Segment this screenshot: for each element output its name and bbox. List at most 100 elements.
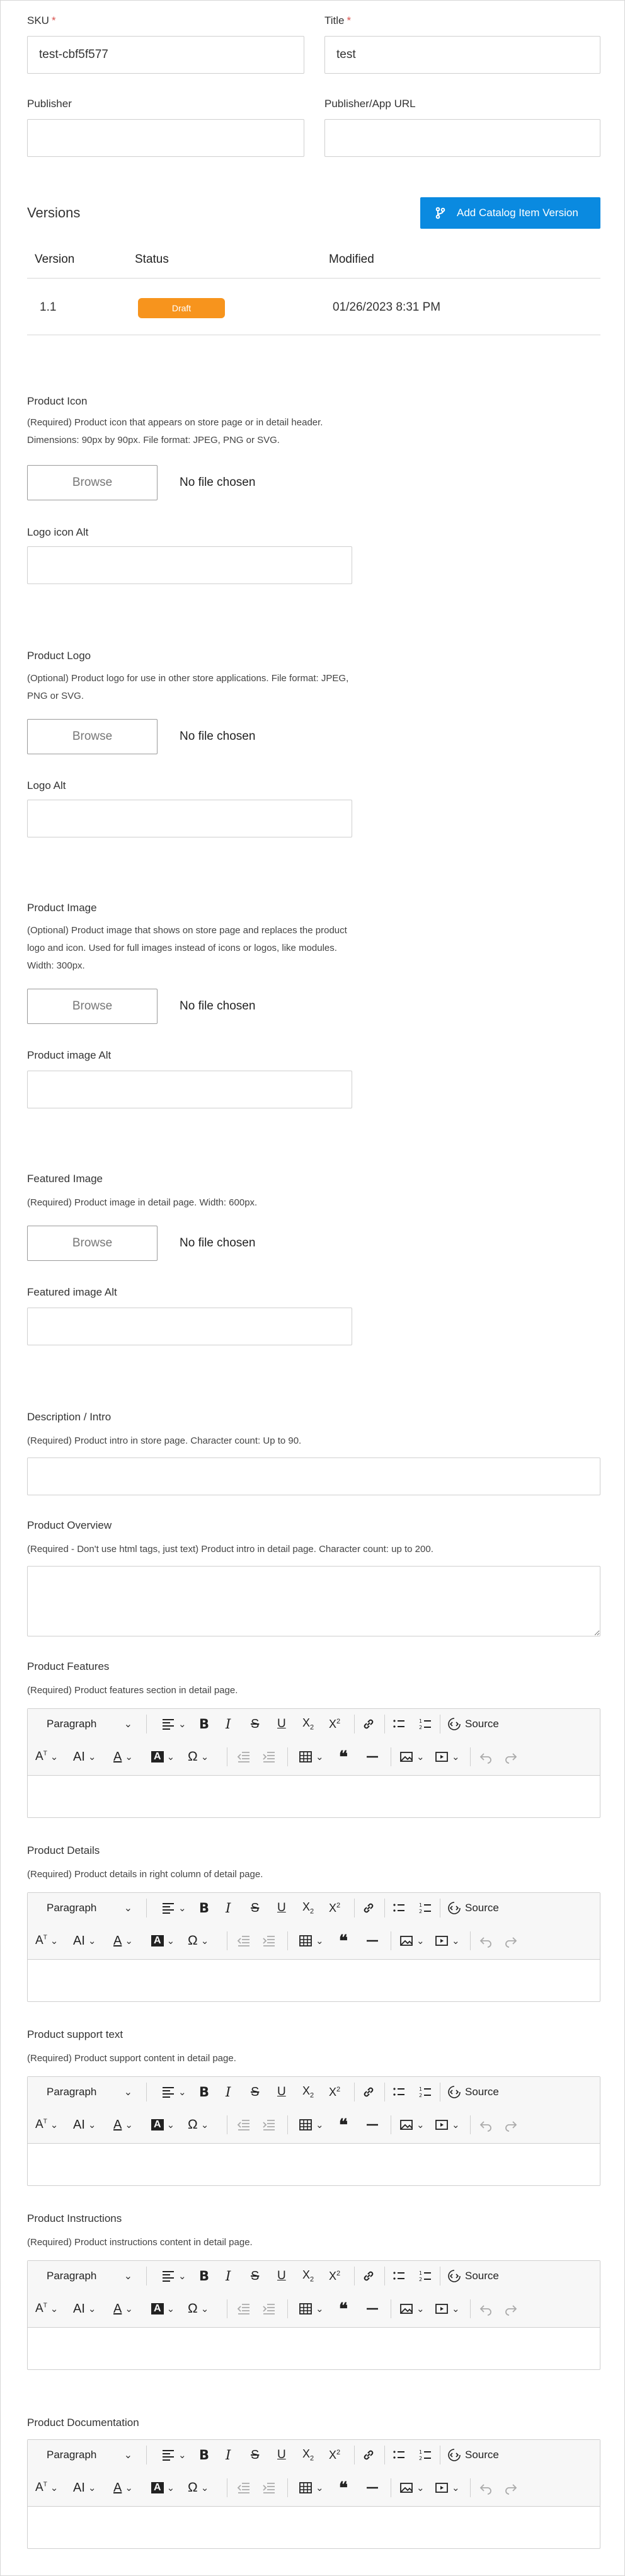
heading-dropdown[interactable]: Paragraph ⌄ <box>39 1895 140 1921</box>
horizontal-line-icon[interactable] <box>365 1744 379 1769</box>
strikethrough-icon[interactable]: S <box>251 2442 259 2468</box>
font-color-icon[interactable]: A ⌄ <box>113 2296 133 2321</box>
outdent-icon[interactable] <box>237 2296 251 2321</box>
align-icon[interactable]: ⌄ <box>161 2442 186 2468</box>
font-color-icon[interactable]: A ⌄ <box>113 2475 133 2500</box>
font-family-icon[interactable]: AI ⌄ <box>73 1744 96 1769</box>
superscript-icon[interactable]: X2 <box>329 2079 340 2105</box>
indent-icon[interactable] <box>262 2296 276 2321</box>
table-icon[interactable]: ⌄ <box>299 1928 324 1953</box>
italic-icon[interactable]: I <box>226 2263 231 2289</box>
special-characters-icon[interactable]: Ω ⌄ <box>188 2112 209 2137</box>
table-icon[interactable]: ⌄ <box>299 2112 324 2137</box>
bold-icon[interactable]: B <box>199 2079 209 2105</box>
block-quote-icon[interactable]: ❝ <box>339 2475 348 2500</box>
link-icon[interactable] <box>362 2079 376 2105</box>
outdent-icon[interactable] <box>237 2475 251 2500</box>
redo-icon[interactable] <box>504 2296 518 2321</box>
underline-icon[interactable]: U <box>277 2442 286 2468</box>
title-input[interactable]: test <box>324 36 600 74</box>
italic-icon[interactable]: I <box>226 2442 231 2468</box>
special-characters-icon[interactable]: Ω ⌄ <box>188 2475 209 2500</box>
logo-icon-alt-input[interactable] <box>27 546 352 584</box>
image-icon[interactable]: ⌄ <box>399 2475 425 2500</box>
font-size-icon[interactable]: AT ⌄ <box>35 1744 58 1769</box>
font-family-icon[interactable]: AI ⌄ <box>73 1928 96 1953</box>
redo-icon[interactable] <box>504 2475 518 2500</box>
block-quote-icon[interactable]: ❝ <box>339 2296 348 2321</box>
subscript-icon[interactable]: X2 <box>302 2263 314 2289</box>
media-embed-icon[interactable]: ⌄ <box>435 2296 460 2321</box>
source-icon[interactable]: Source <box>447 2442 499 2468</box>
bulleted-list-icon[interactable] <box>392 2263 406 2289</box>
source-icon[interactable]: Source <box>447 2263 499 2289</box>
align-icon[interactable]: ⌄ <box>161 1711 186 1737</box>
subscript-icon[interactable]: X2 <box>302 2079 314 2105</box>
numbered-list-icon[interactable]: 12 <box>418 1711 432 1737</box>
overview-textarea[interactable] <box>27 1566 600 1636</box>
outdent-icon[interactable] <box>237 1928 251 1953</box>
source-icon[interactable]: Source <box>447 2079 499 2105</box>
link-icon[interactable] <box>362 1711 376 1737</box>
subscript-icon[interactable]: X2 <box>302 1711 314 1737</box>
horizontal-line-icon[interactable] <box>365 1928 379 1953</box>
product-image-browse-button[interactable]: Browse <box>27 989 158 1024</box>
font-family-icon[interactable]: AI ⌄ <box>73 2112 96 2137</box>
outdent-icon[interactable] <box>237 2112 251 2137</box>
bulleted-list-icon[interactable] <box>392 1895 406 1921</box>
horizontal-line-icon[interactable] <box>365 2475 379 2500</box>
special-characters-icon[interactable]: Ω ⌄ <box>188 1928 209 1953</box>
logo-alt-input[interactable] <box>27 800 352 837</box>
media-embed-icon[interactable]: ⌄ <box>435 1744 460 1769</box>
special-characters-icon[interactable]: Ω ⌄ <box>188 1744 209 1769</box>
description-input[interactable] <box>27 1458 600 1495</box>
indent-icon[interactable] <box>262 2475 276 2500</box>
bold-icon[interactable]: B <box>199 1711 209 1737</box>
redo-icon[interactable] <box>504 1744 518 1769</box>
product-image-alt-input[interactable] <box>27 1071 352 1108</box>
heading-dropdown[interactable]: Paragraph ⌄ <box>39 2079 140 2105</box>
strikethrough-icon[interactable]: S <box>251 2079 259 2105</box>
featured-image-alt-input[interactable] <box>27 1308 352 1345</box>
underline-icon[interactable]: U <box>277 2263 286 2289</box>
align-icon[interactable]: ⌄ <box>161 2079 186 2105</box>
indent-icon[interactable] <box>262 2112 276 2137</box>
source-icon[interactable]: Source <box>447 1895 499 1921</box>
strikethrough-icon[interactable]: S <box>251 1711 259 1737</box>
editor-content-area[interactable] <box>28 2507 600 2548</box>
editor-content-area[interactable] <box>28 1776 600 1817</box>
underline-icon[interactable]: U <box>277 1711 286 1737</box>
superscript-icon[interactable]: X2 <box>329 1711 340 1737</box>
background-color-icon[interactable]: A ⌄ <box>151 1928 175 1953</box>
table-icon[interactable]: ⌄ <box>299 2475 324 2500</box>
superscript-icon[interactable]: X2 <box>329 2442 340 2468</box>
font-size-icon[interactable]: AT ⌄ <box>35 2475 58 2500</box>
underline-icon[interactable]: U <box>277 1895 286 1921</box>
subscript-icon[interactable]: X2 <box>302 1895 314 1921</box>
horizontal-line-icon[interactable] <box>365 2296 379 2321</box>
align-icon[interactable]: ⌄ <box>161 1895 186 1921</box>
background-color-icon[interactable]: A ⌄ <box>151 2475 175 2500</box>
background-color-icon[interactable]: A ⌄ <box>151 2112 175 2137</box>
image-icon[interactable]: ⌄ <box>399 1744 425 1769</box>
product-icon-browse-button[interactable]: Browse <box>27 465 158 500</box>
italic-icon[interactable]: I <box>226 1711 231 1737</box>
font-family-icon[interactable]: AI ⌄ <box>73 2296 96 2321</box>
background-color-icon[interactable]: A ⌄ <box>151 2296 175 2321</box>
link-icon[interactable] <box>362 2263 376 2289</box>
image-icon[interactable]: ⌄ <box>399 2112 425 2137</box>
media-embed-icon[interactable]: ⌄ <box>435 1928 460 1953</box>
product-logo-browse-button[interactable]: Browse <box>27 719 158 754</box>
indent-icon[interactable] <box>262 1744 276 1769</box>
media-embed-icon[interactable]: ⌄ <box>435 2475 460 2500</box>
publisher-input[interactable] <box>27 119 304 157</box>
font-size-icon[interactable]: AT ⌄ <box>35 2112 58 2137</box>
underline-icon[interactable]: U <box>277 2079 286 2105</box>
special-characters-icon[interactable]: Ω ⌄ <box>188 2296 209 2321</box>
numbered-list-icon[interactable]: 12 <box>418 2442 432 2468</box>
font-color-icon[interactable]: A ⌄ <box>113 2112 133 2137</box>
sku-input[interactable]: test-cbf5f577 <box>27 36 304 74</box>
redo-icon[interactable] <box>504 1928 518 1953</box>
image-icon[interactable]: ⌄ <box>399 1928 425 1953</box>
publisher-url-input[interactable] <box>324 119 600 157</box>
